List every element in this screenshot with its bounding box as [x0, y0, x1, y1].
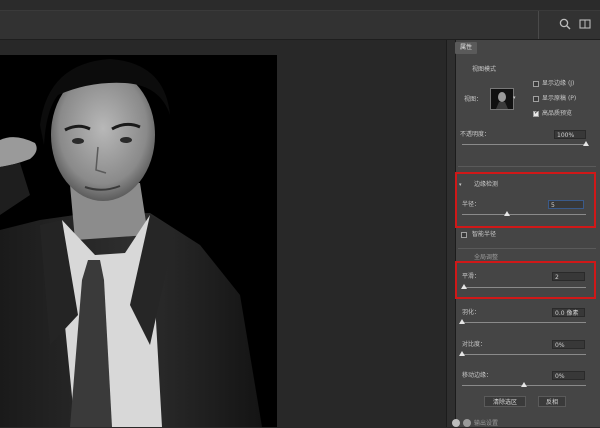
workspace-icon[interactable] [578, 17, 592, 31]
output-chevron-icon[interactable] [463, 419, 471, 427]
opacity-field[interactable]: 100% [554, 130, 586, 139]
contrast-slider[interactable] [462, 354, 586, 355]
shift-edge-slider-thumb[interactable] [521, 382, 527, 387]
show-original-checkbox[interactable] [533, 96, 539, 102]
highlight-box-edge-detection [455, 172, 596, 228]
shift-edge-field[interactable]: 0% [552, 371, 585, 380]
output-toggle-icon[interactable] [452, 419, 460, 427]
show-edge-label: 显示边缘 (J) [542, 80, 575, 87]
divider [458, 248, 596, 249]
chevron-down-icon[interactable]: ▾ [513, 94, 516, 102]
feather-field[interactable]: 0.0 像素 [552, 308, 585, 317]
feather-slider-thumb[interactable] [459, 319, 465, 324]
smart-radius-checkbox[interactable] [461, 232, 467, 238]
title-bar [0, 0, 600, 11]
options-bar [0, 11, 600, 40]
smart-radius-label: 智能半径 [472, 231, 497, 238]
contrast-slider-thumb[interactable] [459, 351, 465, 356]
hq-preview-checkbox[interactable] [533, 109, 539, 117]
opacity-slider[interactable] [462, 144, 586, 145]
search-icon[interactable] [558, 17, 572, 31]
opacity-label: 不透明度： [460, 131, 491, 138]
feather-slider[interactable] [462, 322, 586, 323]
show-original-label: 显示原稿 (P) [542, 95, 577, 102]
tab-properties[interactable]: 属性 [455, 42, 477, 54]
view-label: 视图： [464, 96, 483, 103]
contrast-label: 对比度： [462, 341, 487, 348]
show-edge-checkbox[interactable] [533, 81, 539, 87]
divider [458, 166, 596, 167]
invert-button[interactable]: 反相 [538, 396, 566, 407]
view-mode-heading: 视图模式 [472, 66, 497, 73]
hq-preview-label: 高品质预览 [542, 110, 573, 117]
portrait-image[interactable] [0, 55, 277, 427]
view-mode-thumbnail[interactable] [490, 88, 514, 110]
shift-edge-label: 移动边缘： [462, 372, 493, 379]
clear-selection-button[interactable]: 清除选区 [484, 396, 526, 407]
contrast-field[interactable]: 0% [552, 340, 585, 349]
feather-label: 羽化： [462, 309, 481, 316]
options-separator [538, 11, 539, 39]
opacity-slider-thumb[interactable] [583, 141, 589, 146]
highlight-box-smooth [455, 261, 596, 299]
